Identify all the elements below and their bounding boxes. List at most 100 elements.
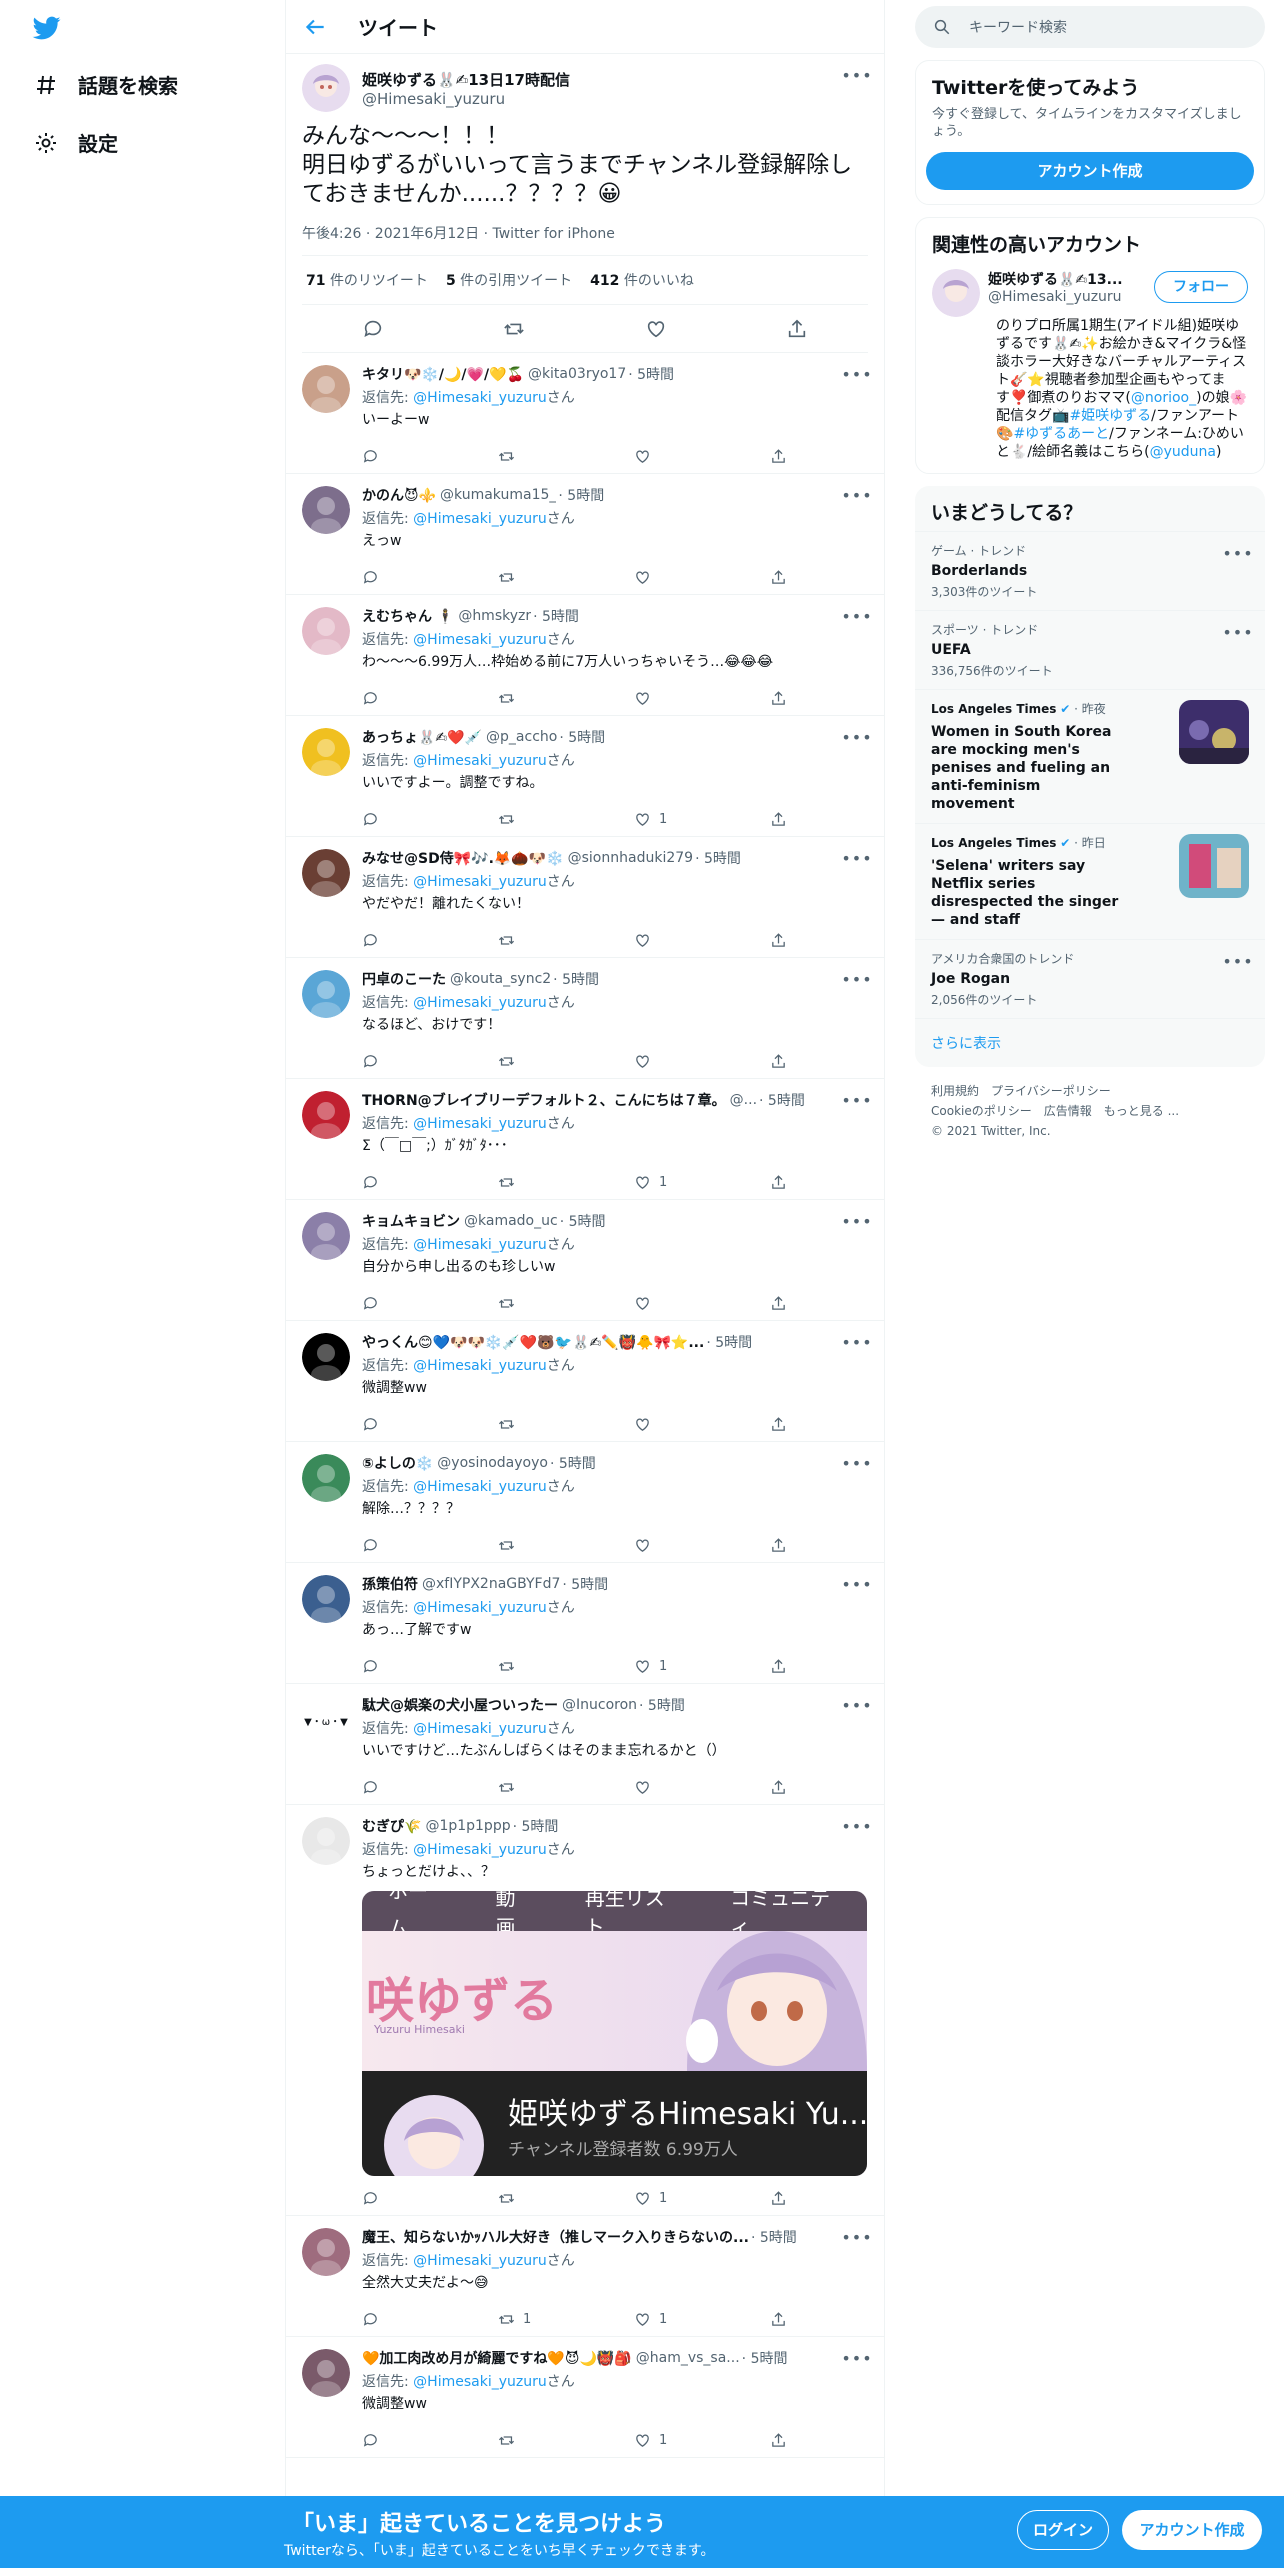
- retweet-button[interactable]: [498, 1295, 578, 1312]
- retweet-icon[interactable]: [503, 318, 525, 340]
- avatar[interactable]: [932, 269, 980, 317]
- reply-author-name[interactable]: キタリ🐶❄️/🌙/💗/💛🍒: [362, 365, 524, 383]
- tweet-timestamp[interactable]: 午後4:26 · 2021年6月12日 · Twitter for iPhone: [302, 223, 868, 256]
- quotes-stat[interactable]: 5 件の引用ツイート: [446, 270, 572, 290]
- reply-to-link[interactable]: @Himesaki_yuzuru: [413, 1721, 547, 1737]
- retweet-button[interactable]: [498, 2432, 578, 2449]
- like-button[interactable]: [634, 1537, 714, 1554]
- reply-author-name[interactable]: 魔王、知らないかｯハル大好き（推しマーク入りきらないの...: [362, 2228, 749, 2246]
- share-button[interactable]: [770, 932, 787, 949]
- share-button[interactable]: [770, 1537, 787, 1554]
- share-button[interactable]: [770, 2190, 787, 2207]
- reply-handle[interactable]: @kouta_sync2: [450, 971, 551, 987]
- like-button[interactable]: 1: [634, 1658, 714, 1675]
- attached-image[interactable]: ホーム 動画 再生リスト コミュニティ 咲ゆずる Yuzuru Himesaki…: [362, 1891, 867, 2176]
- share-button[interactable]: [770, 1174, 787, 1191]
- recommended-account[interactable]: 姫咲ゆずる🐰✍13... @Himesaki_yuzuru フォロー: [916, 263, 1264, 327]
- reply-author-name[interactable]: 孫策伯符: [362, 1575, 418, 1593]
- like-button[interactable]: 1: [634, 811, 714, 828]
- login-button[interactable]: ログイン: [1017, 2510, 1109, 2550]
- more-options-button[interactable]: •••: [1222, 621, 1252, 643]
- reply-handle[interactable]: @kamado_uc: [464, 1213, 558, 1229]
- reply-to-link[interactable]: @Himesaki_yuzuru: [413, 1358, 547, 1374]
- reply-handle[interactable]: @...: [730, 1092, 757, 1108]
- share-button[interactable]: [770, 2311, 787, 2328]
- reply-button[interactable]: [362, 2311, 442, 2328]
- reply-to-link[interactable]: @Himesaki_yuzuru: [413, 1237, 547, 1253]
- reply-to-link[interactable]: @Himesaki_yuzuru: [413, 995, 547, 1011]
- avatar[interactable]: [302, 2228, 350, 2276]
- reply-author-name[interactable]: あっちょ🐰✍❤️💉: [362, 728, 482, 746]
- reply-button[interactable]: [362, 448, 442, 465]
- footer-link[interactable]: Cookieのポリシー: [931, 1104, 1032, 1118]
- retweet-button[interactable]: [498, 690, 578, 707]
- reply-time[interactable]: · 5時間: [550, 1454, 596, 1472]
- like-button[interactable]: 1: [634, 2190, 714, 2207]
- reply-button[interactable]: [362, 2432, 442, 2449]
- more-options-button[interactable]: •••: [841, 1331, 871, 1353]
- avatar[interactable]: [302, 1817, 350, 1865]
- avatar[interactable]: ▼・ω・▼: [302, 1696, 350, 1744]
- reply-tweet[interactable]: えむちゃん 🕴 @hmskyzr · 5時間 ••• 返信先: @Himesak…: [286, 595, 884, 716]
- like-button[interactable]: [634, 1053, 714, 1070]
- like-button[interactable]: 1: [634, 2311, 714, 2328]
- footer-link[interactable]: プライバシーポリシー: [991, 1084, 1111, 1098]
- reply-button[interactable]: [362, 569, 442, 586]
- like-button[interactable]: [634, 690, 714, 707]
- reply-handle[interactable]: @1p1p1ppp: [425, 1818, 510, 1834]
- reply-author-name[interactable]: 円卓のこーた: [362, 970, 446, 988]
- avatar[interactable]: [302, 2349, 350, 2397]
- reply-author-name[interactable]: むぎぴ🌾: [362, 1817, 421, 1835]
- reply-button[interactable]: [362, 932, 442, 949]
- trend-item[interactable]: アメリカ合衆国のトレンド Joe Rogan 2,056件のツイート •••: [915, 939, 1265, 1018]
- reply-time[interactable]: · 5時間: [559, 728, 605, 746]
- more-options-button[interactable]: •••: [841, 1089, 871, 1111]
- more-options-button[interactable]: •••: [841, 605, 871, 627]
- like-button[interactable]: [634, 932, 714, 949]
- more-options-button[interactable]: •••: [841, 2347, 871, 2369]
- share-icon[interactable]: [786, 318, 808, 340]
- share-button[interactable]: [770, 1658, 787, 1675]
- share-button[interactable]: [770, 569, 787, 586]
- reply-to-link[interactable]: @Himesaki_yuzuru: [413, 1600, 547, 1616]
- reply-tweet[interactable]: 円卓のこーた @kouta_sync2 · 5時間 ••• 返信先: @Hime…: [286, 958, 884, 1079]
- more-options-button[interactable]: •••: [841, 1573, 871, 1595]
- reply-to-link[interactable]: @Himesaki_yuzuru: [413, 2374, 547, 2390]
- reply-handle[interactable]: @sionnhaduki279: [568, 850, 693, 866]
- reply-button[interactable]: [362, 811, 442, 828]
- news-item[interactable]: Los Angeles Times ✔ · 昨日 'Selena' writer…: [915, 823, 1265, 939]
- reply-author-name[interactable]: えむちゃん 🕴: [362, 607, 454, 625]
- signup-button[interactable]: アカウント作成: [1122, 2510, 1262, 2550]
- footer-link[interactable]: 広告情報: [1044, 1104, 1092, 1118]
- reply-to-link[interactable]: @Himesaki_yuzuru: [413, 632, 547, 648]
- retweet-button[interactable]: 1: [498, 2311, 578, 2328]
- reply-time[interactable]: · 5時間: [553, 970, 599, 988]
- retweet-button[interactable]: [498, 1537, 578, 1554]
- share-button[interactable]: [770, 2432, 787, 2449]
- more-options-button[interactable]: •••: [1222, 542, 1252, 564]
- avatar[interactable]: [302, 1091, 350, 1139]
- bio-hashtag[interactable]: #姫咲ゆずる: [1069, 408, 1151, 424]
- more-options-button[interactable]: •••: [841, 1694, 871, 1716]
- reply-tweet[interactable]: ▼・ω・▼ 駄犬@娯楽の犬小屋ついったー @Inucoron · 5時間 •••…: [286, 1684, 884, 1805]
- author-handle[interactable]: @Himesaki_yuzuru: [362, 90, 570, 108]
- share-button[interactable]: [770, 1053, 787, 1070]
- reply-tweet[interactable]: キタリ🐶❄️/🌙/💗/💛🍒 @kita03ryo17 · 5時間 ••• 返信先…: [286, 353, 884, 474]
- like-button[interactable]: [634, 448, 714, 465]
- reply-time[interactable]: · 5時間: [558, 486, 604, 504]
- retweet-button[interactable]: [498, 811, 578, 828]
- more-options-button[interactable]: •••: [841, 1452, 871, 1474]
- share-button[interactable]: [770, 1779, 787, 1796]
- avatar[interactable]: [302, 1575, 350, 1623]
- reply-time[interactable]: · 5時間: [751, 2228, 797, 2246]
- reply-tweet[interactable]: 🧡加工肉改め月が綺麗ですね🧡😈🌙👹🎒 @ham_vs_sa... · 5時間 •…: [286, 2337, 884, 2458]
- reply-handle[interactable]: @yosinodayoyo: [437, 1455, 548, 1471]
- reply-to-link[interactable]: @Himesaki_yuzuru: [413, 2253, 547, 2269]
- more-options-button[interactable]: •••: [841, 1815, 871, 1837]
- reply-handle[interactable]: @xfIYPX2naGBYFd7: [422, 1576, 560, 1592]
- avatar[interactable]: [302, 64, 350, 112]
- reply-button[interactable]: [362, 1174, 442, 1191]
- trend-item[interactable]: ゲーム · トレンド Borderlands 3,303件のツイート •••: [915, 531, 1265, 610]
- show-more-link[interactable]: さらに表示: [915, 1018, 1265, 1067]
- retweet-button[interactable]: [498, 569, 578, 586]
